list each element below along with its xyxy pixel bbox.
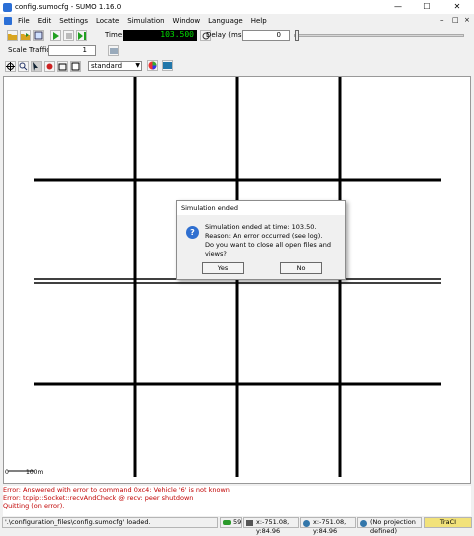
cursor-coords-network-value: x:-751.08, y:84.96 [256, 518, 290, 535]
scale-zero-label: 0 [5, 469, 9, 476]
mdi-close-button[interactable]: × [464, 16, 470, 24]
vehicle-count: 59 [220, 517, 242, 528]
cursor-coords-geo-value: x:-751.08, y:84.96 [313, 518, 347, 535]
simulation-ended-dialog: Simulation ended ? Simulation ended at t… [176, 200, 346, 280]
run-icon[interactable] [50, 30, 61, 41]
dialog-line-1: Simulation ended at time: 103.50. [205, 223, 317, 231]
select-mode-icon[interactable] [31, 60, 42, 72]
scale-traffic-label: Scale Traffic: [8, 46, 53, 54]
stop-icon[interactable] [63, 30, 74, 41]
settings-editor-icon[interactable] [70, 60, 81, 72]
time-display: 103.500 [123, 30, 197, 41]
minimize-button[interactable]: — [386, 0, 410, 14]
view-toolbar [0, 58, 474, 74]
menu-simulation[interactable]: Simulation [127, 17, 164, 25]
menu-window[interactable]: Window [173, 17, 201, 25]
screenshot-icon[interactable] [57, 60, 68, 72]
projection-value: (No projection defined) [370, 518, 416, 535]
menu-help[interactable]: Help [251, 17, 267, 25]
mdi-restore-button[interactable]: □ [452, 16, 459, 24]
cursor-coords-geo: x:-751.08, y:84.96 [300, 517, 356, 535]
view-scheme-value: standard [91, 62, 123, 70]
close-button[interactable]: ✕ [445, 0, 469, 14]
time-label: Time: [105, 31, 125, 39]
menu-locate[interactable]: Locate [96, 17, 119, 25]
view-scheme-select[interactable]: standard ▼ [88, 61, 142, 71]
color-junction-icon[interactable] [44, 60, 55, 72]
dialog-message: Simulation ended at time: 103.50. Reason… [205, 223, 345, 259]
open-folder-icon[interactable] [7, 30, 18, 41]
projection-info: (No projection defined) [357, 517, 422, 535]
globe-icon [303, 520, 310, 527]
decals-icon[interactable] [162, 60, 173, 71]
document-icon [4, 17, 12, 25]
cursor-coords-network: x:-751.08, y:84.96 [243, 517, 299, 535]
scale-settings-icon[interactable] [108, 45, 119, 56]
dialog-line-3: Do you want to close all open files and … [205, 241, 332, 258]
maximize-button[interactable]: ☐ [415, 0, 439, 14]
zoom-icon[interactable] [18, 60, 29, 72]
menu-bar: File Edit Settings Locate Simulation Win… [0, 14, 474, 28]
menu-language[interactable]: Language [208, 17, 243, 25]
delay-label: Delay (ms): [206, 31, 247, 39]
no-button[interactable]: No [280, 262, 322, 274]
vehicle-count-value: 59 [233, 518, 242, 526]
chevron-down-icon: ▼ [135, 62, 140, 69]
traci-indicator: TraCI [424, 517, 472, 528]
log-line-1: Error: Answered with error to command 0x… [3, 486, 230, 494]
recenter-icon[interactable] [5, 60, 16, 72]
network-icon [246, 520, 253, 526]
car-icon [223, 520, 231, 525]
step-icon[interactable] [76, 30, 87, 41]
delay-slider[interactable] [294, 34, 464, 37]
dialog-title: Simulation ended [177, 201, 345, 215]
yes-button[interactable]: Yes [202, 262, 244, 274]
delay-spinner[interactable]: 0 [242, 30, 290, 41]
question-icon: ? [186, 226, 199, 239]
sumo-app-icon [3, 2, 12, 12]
scale-length-label: 100m [26, 469, 44, 476]
menu-settings[interactable]: Settings [59, 17, 88, 25]
dialog-line-2: Reason: An error occurred (see log). [205, 232, 323, 240]
color-wheel-icon[interactable] [147, 60, 158, 71]
delay-slider-handle[interactable] [295, 30, 299, 41]
projection-icon [360, 520, 367, 527]
log-line-2: Error: tcpip::Socket::recvAndCheck @ rec… [3, 494, 194, 502]
scale-traffic-spinner[interactable]: 1 [48, 45, 96, 56]
reload-icon[interactable] [20, 30, 31, 41]
menu-edit[interactable]: Edit [38, 17, 52, 25]
window-title: config.sumocfg - SUMO 1.16.0 [15, 3, 122, 11]
message-log: Error: Answered with error to command 0x… [3, 486, 471, 516]
status-message: '.\configuration_files\config.sumocfg' l… [2, 517, 218, 528]
road-network [8, 77, 441, 477]
close-file-icon[interactable] [33, 30, 44, 41]
log-line-3: Quitting (on error). [3, 502, 65, 510]
network-canvas[interactable] [3, 76, 471, 484]
menu-file[interactable]: File [18, 17, 30, 25]
mdi-minimize-button[interactable]: – [440, 16, 444, 24]
